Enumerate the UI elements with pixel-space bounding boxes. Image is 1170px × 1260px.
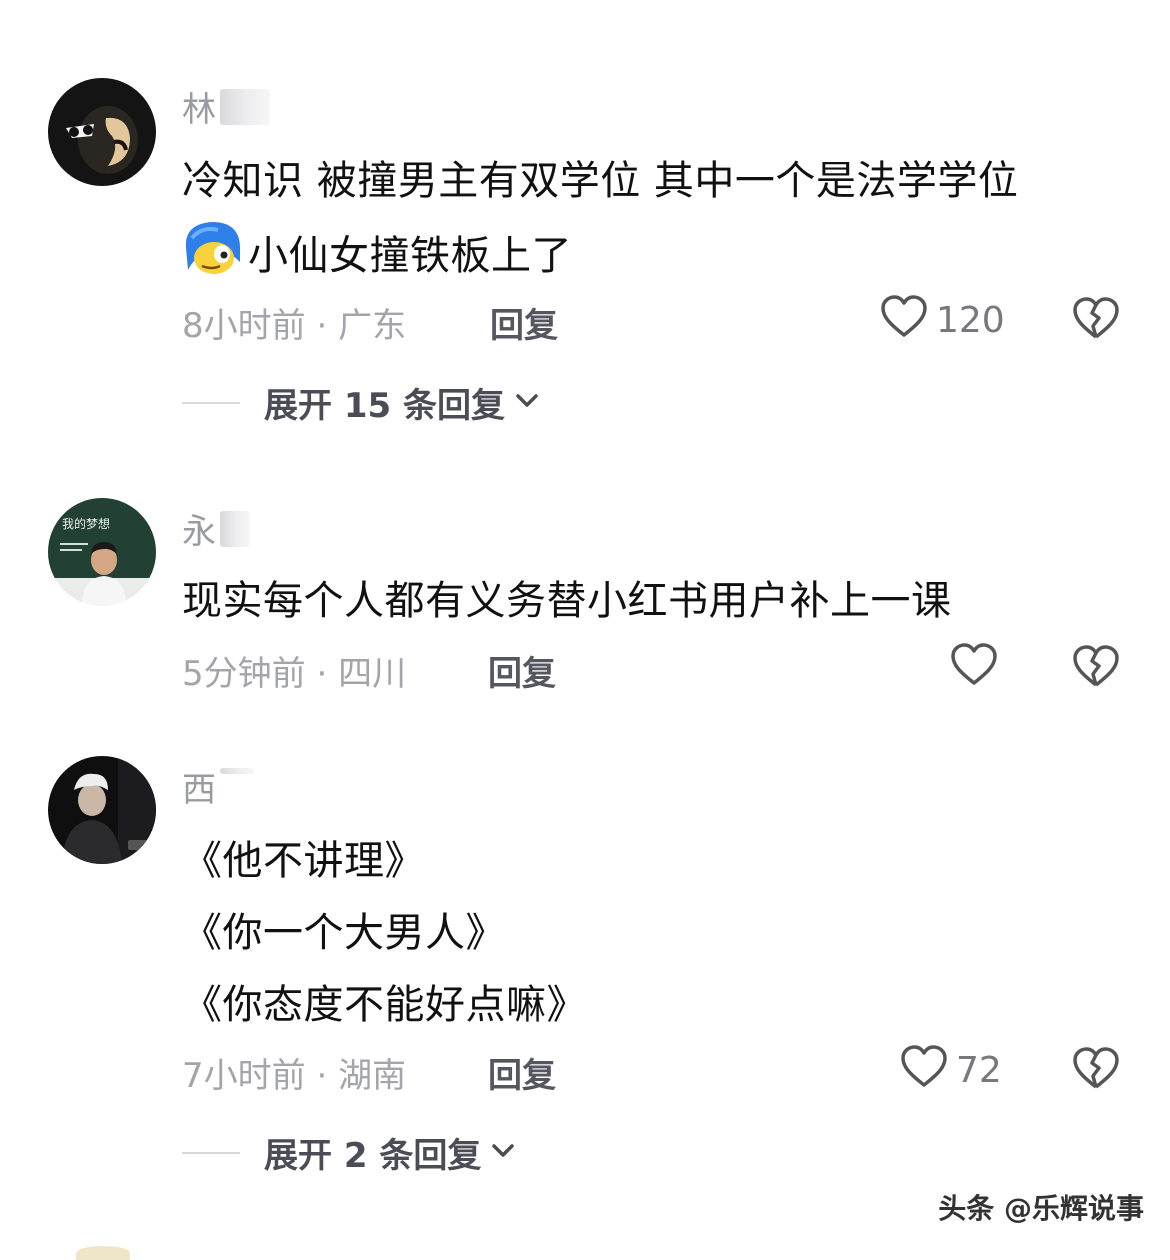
comment-text-line-2: 小仙女撞铁板上了 xyxy=(182,218,572,286)
watermark: 头条 @乐辉说事 xyxy=(938,1192,1144,1225)
meta-separator: · xyxy=(316,306,339,346)
meta-separator: · xyxy=(316,1056,339,1096)
comment-text-line: 《他不讲理》 xyxy=(182,838,425,884)
comment-text-line: 现实每个人都有义务替小红书用户补上一课 xyxy=(182,578,952,624)
dislike-button[interactable] xyxy=(1072,296,1120,344)
username[interactable]: 永 xyxy=(182,504,250,553)
like-button[interactable]: 72 xyxy=(900,1044,1002,1097)
avatar[interactable]: 我的梦想 xyxy=(48,498,156,606)
reply-button[interactable]: 回复 xyxy=(488,1048,556,1097)
like-count: 72 xyxy=(956,1050,1002,1091)
chevron-down-icon xyxy=(515,393,539,413)
heart-icon xyxy=(900,1044,948,1097)
comment-meta: 5分钟前 · 四川 xyxy=(182,646,406,695)
reply-button[interactable]: 回复 xyxy=(488,646,556,695)
reply-button[interactable]: 回复 xyxy=(490,298,558,347)
like-button[interactable]: 120 xyxy=(880,294,1005,347)
avatar[interactable] xyxy=(48,756,156,864)
avatar[interactable] xyxy=(48,78,156,186)
timestamp: 5分钟前 xyxy=(182,654,306,694)
emoji-icon xyxy=(182,218,242,286)
blurred-username xyxy=(220,88,270,125)
broken-heart-icon xyxy=(1072,645,1120,692)
heart-icon xyxy=(880,294,928,347)
comment-meta: 8小时前 · 广东 xyxy=(182,298,406,347)
like-button[interactable] xyxy=(950,642,1006,695)
board-text: 我的梦想 xyxy=(62,516,110,531)
chevron-down-icon xyxy=(491,1143,515,1163)
blurred-username xyxy=(220,768,254,774)
dislike-button[interactable] xyxy=(1072,644,1120,692)
like-count: 120 xyxy=(936,300,1005,341)
broken-heart-icon xyxy=(1072,297,1120,344)
username[interactable]: 西 xyxy=(182,762,254,811)
comment-text-line-3: 《你态度不能好点嘛》 xyxy=(182,982,587,1028)
heart-icon xyxy=(950,642,998,695)
timestamp: 8小时前 xyxy=(182,306,306,346)
comment-text-line-2: 《你一个大男人》 xyxy=(182,910,506,956)
next-avatar-peek xyxy=(76,1246,130,1260)
divider xyxy=(182,401,240,404)
timestamp: 7小时前 xyxy=(182,1056,306,1096)
username[interactable]: 林 xyxy=(182,82,270,131)
dislike-button[interactable] xyxy=(1072,1046,1120,1094)
comment-text-line: 冷知识 被撞男主有双学位 其中一个是法学学位 xyxy=(182,158,1019,204)
comment-meta: 7小时前 · 湖南 xyxy=(182,1048,406,1097)
broken-heart-icon xyxy=(1072,1047,1120,1094)
expand-replies-button[interactable]: 展开 2 条回复 xyxy=(182,1128,515,1177)
blurred-username xyxy=(220,510,250,547)
expand-replies-button[interactable]: 展开 15 条回复 xyxy=(182,378,539,427)
meta-separator: · xyxy=(316,654,339,694)
divider xyxy=(182,1151,240,1154)
expand-replies-label: 展开 2 条回复 xyxy=(264,1136,482,1176)
location: 广东 xyxy=(338,306,407,346)
location: 湖南 xyxy=(338,1056,407,1096)
location: 四川 xyxy=(338,654,407,694)
expand-replies-label: 展开 15 条回复 xyxy=(264,386,505,426)
